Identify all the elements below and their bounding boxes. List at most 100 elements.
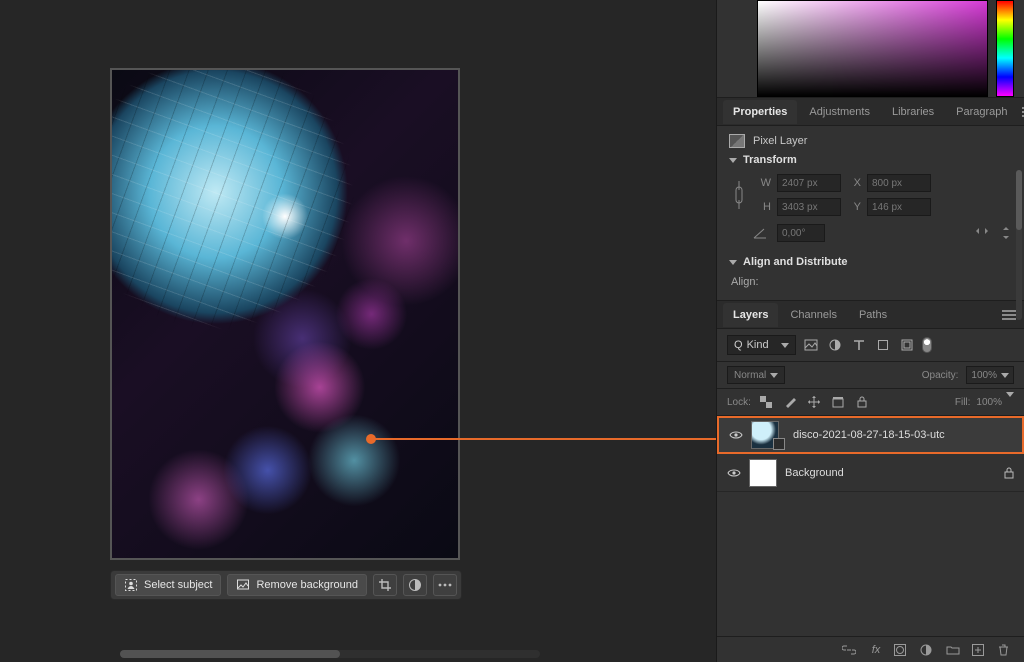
new-layer-icon[interactable] <box>972 644 988 656</box>
chevron-down-icon <box>1006 392 1014 408</box>
group-layers-icon[interactable] <box>946 644 962 655</box>
panel-scrollbar-thumb[interactable] <box>1016 170 1022 230</box>
chevron-down-icon <box>729 158 737 163</box>
x-label: X <box>847 177 861 189</box>
chevron-down-icon <box>1001 373 1009 378</box>
visibility-toggle-icon[interactable] <box>727 468 741 478</box>
horizontal-scrollbar-thumb[interactable] <box>120 650 340 658</box>
filter-kind: Kind <box>747 339 769 351</box>
lock-all-icon[interactable] <box>853 393 871 411</box>
link-layers-icon[interactable] <box>842 645 858 655</box>
filter-toggle[interactable] <box>922 337 932 353</box>
fill-value[interactable]: 100% <box>976 397 1014 408</box>
y-label: Y <box>847 201 861 213</box>
pixel-layer-label: Pixel Layer <box>753 135 807 147</box>
hue-slider[interactable] <box>996 0 1014 97</box>
pixel-layer-indicator: Pixel Layer <box>729 134 1012 148</box>
adjustment-layer-icon[interactable] <box>920 644 936 656</box>
fill-label: Fill: <box>955 397 971 408</box>
mask-icon-button[interactable] <box>403 574 427 596</box>
color-field[interactable] <box>757 0 988 97</box>
remove-background-label: Remove background <box>256 579 358 591</box>
layers-panel: Q Kind Normal Opacity: 100% <box>717 329 1024 662</box>
angle-input[interactable] <box>777 224 825 242</box>
lock-label: Lock: <box>727 397 751 408</box>
layers-filter-row: Q Kind <box>717 329 1024 362</box>
transform-section-toggle[interactable]: Transform <box>729 154 1012 166</box>
horizontal-scrollbar[interactable] <box>120 650 540 658</box>
select-subject-label: Select subject <box>144 579 212 591</box>
layer-thumbnail[interactable] <box>749 459 777 487</box>
panel-scrollbar[interactable] <box>1016 170 1022 320</box>
layer-filter-kind[interactable]: Q Kind <box>727 335 796 355</box>
filter-type-icon[interactable] <box>850 336 868 354</box>
tab-layers[interactable]: Layers <box>723 303 778 327</box>
contextual-task-bar: Select subject Remove background <box>110 570 462 600</box>
lock-pixels-icon[interactable] <box>781 393 799 411</box>
select-subject-button[interactable]: Select subject <box>115 574 221 596</box>
filter-shape-icon[interactable] <box>874 336 892 354</box>
filter-smart-icon[interactable] <box>898 336 916 354</box>
select-subject-icon <box>124 578 138 592</box>
flip-vertical-icon[interactable] <box>1000 225 1012 241</box>
properties-tabstrip: Properties Adjustments Libraries Paragra… <box>717 98 1024 126</box>
chevron-down-icon <box>770 373 778 378</box>
lock-position-icon[interactable] <box>805 393 823 411</box>
add-mask-icon[interactable] <box>894 644 910 656</box>
remove-background-button[interactable]: Remove background <box>227 574 367 596</box>
layer-row[interactable]: disco-2021-08-27-18-15-03-utc <box>717 416 1024 454</box>
crop-icon-button[interactable] <box>373 574 397 596</box>
right-panels: Properties Adjustments Libraries Paragra… <box>716 0 1024 662</box>
color-picker-panel <box>717 0 1024 98</box>
filter-pixel-icon[interactable] <box>802 336 820 354</box>
align-section-toggle[interactable]: Align and Distribute <box>729 256 1012 268</box>
tab-properties[interactable]: Properties <box>723 100 797 124</box>
filter-prefix: Q <box>734 339 743 351</box>
canvas-area: Select subject Remove background <box>0 0 716 662</box>
flip-horizontal-icon[interactable] <box>974 225 990 241</box>
h-label: H <box>757 201 771 213</box>
canvas-frame[interactable] <box>110 68 460 560</box>
chevron-down-icon <box>781 343 789 348</box>
tab-paths[interactable]: Paths <box>849 303 897 327</box>
blend-mode-value: Normal <box>734 370 766 381</box>
canvas-image[interactable] <box>112 70 458 558</box>
x-input[interactable] <box>867 174 931 192</box>
lock-fill-row: Lock: Fill: 100% <box>717 389 1024 416</box>
tab-adjustments[interactable]: Adjustments <box>799 100 880 124</box>
visibility-toggle-icon[interactable] <box>729 430 743 440</box>
layer-name[interactable]: Background <box>785 467 996 479</box>
layer-lock-icon[interactable] <box>1004 467 1014 479</box>
opacity-value[interactable]: 100% <box>966 366 1014 384</box>
rotation-row <box>753 224 1012 242</box>
width-input[interactable] <box>777 174 841 192</box>
align-header: Align and Distribute <box>743 256 848 268</box>
filter-adjust-icon[interactable] <box>826 336 844 354</box>
transform-header: Transform <box>743 154 797 166</box>
lock-transparent-icon[interactable] <box>757 393 775 411</box>
delete-layer-icon[interactable] <box>998 644 1014 656</box>
tab-paragraph[interactable]: Paragraph <box>946 100 1017 124</box>
w-label: W <box>757 177 771 189</box>
tab-channels[interactable]: Channels <box>780 303 846 327</box>
opacity-value-text: 100% <box>971 370 997 381</box>
layer-list: disco-2021-08-27-18-15-03-utc Background <box>717 416 1024 636</box>
layer-row[interactable]: Background <box>717 454 1024 492</box>
blend-mode-select[interactable]: Normal <box>727 366 785 384</box>
remove-background-icon <box>236 578 250 592</box>
tab-libraries[interactable]: Libraries <box>882 100 944 124</box>
link-dimensions-icon[interactable] <box>733 180 751 210</box>
blend-opacity-row: Normal Opacity: 100% <box>717 362 1024 389</box>
angle-icon <box>753 227 767 239</box>
app-root: Select subject Remove background <box>0 0 1024 662</box>
transform-fields: W X H Y <box>733 174 1012 216</box>
lock-artboard-icon[interactable] <box>829 393 847 411</box>
layer-name[interactable]: disco-2021-08-27-18-15-03-utc <box>793 429 1012 441</box>
layers-footer: fx <box>717 636 1024 662</box>
fx-icon[interactable]: fx <box>868 644 884 656</box>
fill-value-text: 100% <box>976 397 1002 408</box>
y-input[interactable] <box>867 198 931 216</box>
more-icon-button[interactable] <box>433 574 457 596</box>
properties-panel-body: Pixel Layer Transform W X H Y <box>717 126 1024 301</box>
height-input[interactable] <box>777 198 841 216</box>
